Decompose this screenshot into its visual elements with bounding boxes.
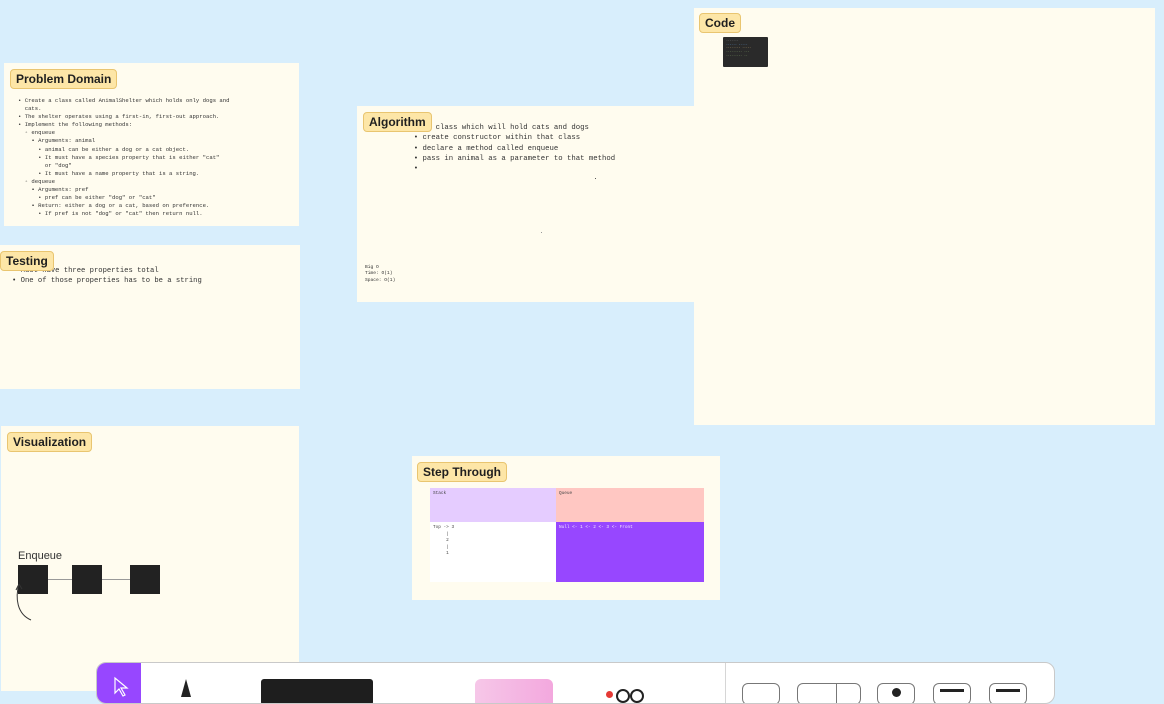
chevron-divider [836,684,837,703]
problem-domain-line: ▪ Arguments: pref [18,186,89,194]
testing-label[interactable]: Testing [0,251,54,271]
bottom-toolbar [96,662,1055,704]
connector-tool-button[interactable] [797,683,861,703]
big-o-text: Big O Time: O(1) Space: O(1) [365,265,395,284]
enqueue-title: Enqueue [18,550,63,562]
big-o-line: Space: O(1) [365,277,396,283]
stack-line: 1 [433,551,449,556]
problem-domain-line: • The shelter operates using a first-in,… [18,113,220,121]
problem-domain-line: • animal can be either a dog or a cat ob… [18,145,190,153]
problem-domain-line: cats. [18,105,42,113]
algorithm-line: • [405,165,419,174]
text-tool-button[interactable] [261,679,373,703]
problem-domain-line: • It must have a species property that i… [18,153,220,161]
algorithm-line: Animal class which will hold cats and do… [405,124,589,132]
widget-tool-button[interactable] [933,683,971,703]
stray-dot [541,232,542,233]
visualization-label[interactable]: Visualization [7,432,93,452]
problem-domain-line: ▪ Arguments: animal [18,137,96,145]
algorithm-line: • create constructor within that class [405,134,581,143]
problem-domain-line: • It must have a name property that is a… [18,169,200,177]
sticky-note-tool[interactable] [475,679,553,703]
emoji-icon [630,689,644,703]
problem-domain-text: • Create a class called AnimalShelter wh… [18,97,229,218]
problem-domain-line: • Implement the following methods: [18,121,133,129]
section-tool-button[interactable] [742,683,780,703]
algorithm-line: • pass in animal as a parameter to that … [405,154,616,163]
pen-icon[interactable] [175,677,197,703]
arrow-icon [15,583,32,621]
stack-header: Stack [430,488,556,522]
problem-domain-line: • pref can be either "dog" or "cat" [18,194,156,202]
move-tool-button[interactable] [97,663,141,703]
comment-icon [892,688,901,697]
algorithm-label[interactable]: Algorithm [363,112,432,132]
problem-domain-line: ▪ Return: either a dog or a cat, based o… [18,202,210,210]
testing-line: • One of those properties has to be a st… [12,277,202,285]
algorithm-text: Animal class which will hold cats and do… [405,123,615,174]
emoji-icon [616,689,630,703]
big-o-line: Time: O(1) [365,271,393,277]
code-frame[interactable]: ------- ------ ----- -------- ----- ----… [694,8,1155,425]
problem-domain-label[interactable]: Problem Domain [10,69,118,89]
problem-domain-line: • If pref is not "dog" or "cat" then ret… [18,210,203,218]
queue-body: Null <- 1 <- 2 <- 3 <- Front [556,522,704,582]
toolbar-separator [725,663,726,703]
algorithm-frame[interactable]: Animal class which will hold cats and do… [357,106,697,302]
code-label[interactable]: Code [699,13,741,33]
code-snippet-image[interactable]: ------- ------ ----- -------- ----- ----… [723,37,768,67]
stack-queue-table: Stack Queue Top -> 3 | 2 | 1 Null <- 1 <… [430,488,704,582]
problem-domain-line: ◦ dequeue [18,177,55,185]
table-tool-button[interactable] [989,683,1027,703]
stamp-tool[interactable] [602,685,646,703]
algorithm-line: • declare a method called enqueue [405,144,559,153]
step-through-label[interactable]: Step Through [417,462,507,482]
problem-domain-line: ◦ enqueue [18,129,55,137]
viz-node-3[interactable] [130,565,160,594]
visualization-frame[interactable]: Enqueue [1,426,299,691]
cursor-icon [114,676,129,697]
stamp-icon [606,691,613,698]
queue-header: Queue [556,488,704,522]
stack-body: Top -> 3 | 2 | 1 [430,522,556,582]
comment-tool-button[interactable] [877,683,915,703]
stray-dot [595,178,596,179]
viz-node-2[interactable] [72,565,102,594]
problem-domain-line: • Create a class called AnimalShelter wh… [18,97,230,104]
problem-domain-line: or "dog" [18,161,72,169]
